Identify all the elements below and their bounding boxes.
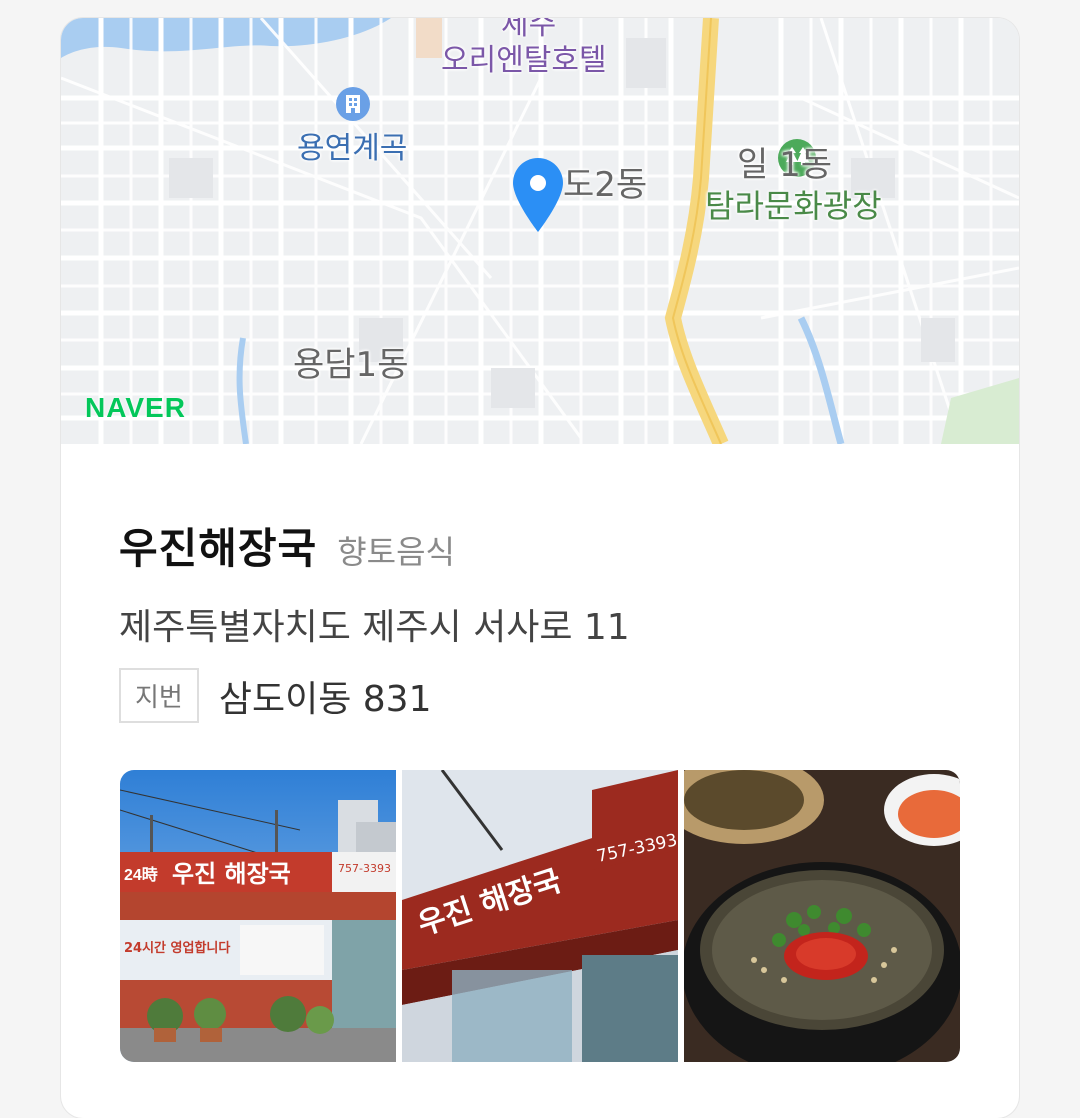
photo-storefront[interactable]: 24時 우진 해장국 757-3393 24시간 영업합니다 [120,770,396,1062]
jibun-row: 지번 삼도이동 831 [119,668,979,723]
building-icon [336,87,370,121]
storefront-hours-text: 24시간 영업합니다 [124,940,230,956]
storefront-sign-text: 우진 해장국 [172,860,291,888]
place-title-row: 우진해장국 향토음식 [119,515,979,576]
jibun-badge: 지번 [119,668,199,723]
svg-text:24時: 24時 [124,865,158,884]
map-label-hotel-city: 제주 [501,18,557,42]
place-card: 제주 오리엔탈호텔 용연계곡 도2동 일 1동 탐라문화광장 용담1동 NAVE… [61,18,1019,1118]
jibun-address: 삼도이동 831 [218,678,432,720]
map-label-district-bottom: 용담1동 [293,345,409,385]
photo-haejangguk-bowl[interactable] [684,770,960,1062]
map-label-district-right: 일 1동 [737,145,832,185]
photo-sign-closeup[interactable]: 우진 해장국 757-3393 [402,770,678,1062]
place-category: 향토음식 [337,533,455,571]
photo-strip: 24時 우진 해장국 757-3393 24시간 영업합니다 우진 해장국 75… [120,770,960,1062]
map-label-district-center: 도2동 [563,165,648,205]
naver-logo: NAVER [85,392,186,423]
place-name[interactable]: 우진해장국 [119,515,317,576]
map-label-hotel[interactable]: 오리엔탈호텔 [441,46,607,76]
place-info: 우진해장국 향토음식 제주특별자치도 제주시 서사로 11 지번 삼도이동 83… [119,515,979,723]
road-address: 제주특별자치도 제주시 서사로 11 [119,607,630,648]
location-pin-icon[interactable] [511,156,565,236]
map-label-valley[interactable]: 용연계곡 [297,134,407,164]
map-label-park[interactable]: 탐라문화광장 [705,190,882,222]
storefront-phone-text: 757-3393 [338,862,391,875]
map-view[interactable]: 제주 오리엔탈호텔 용연계곡 도2동 일 1동 탐라문화광장 용담1동 NAVE… [61,18,1019,444]
